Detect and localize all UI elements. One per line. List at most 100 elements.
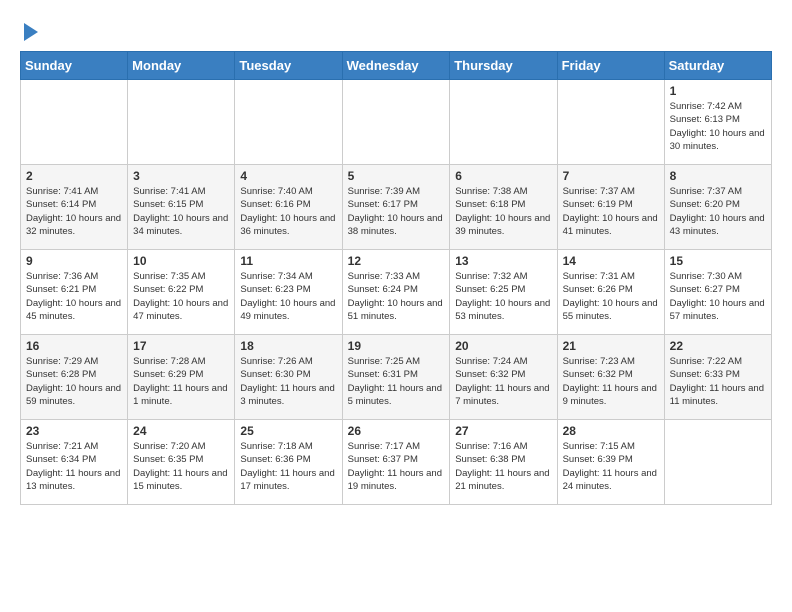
calendar-cell: 7 Sunrise: 7:37 AM Sunset: 6:19 PM Daylig… <box>557 165 664 250</box>
day-info: Sunrise: 7:25 AM Sunset: 6:31 PM Dayligh… <box>348 355 445 408</box>
day-info: Sunrise: 7:37 AM Sunset: 6:19 PM Dayligh… <box>563 185 659 238</box>
day-info: Sunrise: 7:41 AM Sunset: 6:14 PM Dayligh… <box>26 185 122 238</box>
day-info: Sunrise: 7:36 AM Sunset: 6:21 PM Dayligh… <box>26 270 122 323</box>
day-info: Sunrise: 7:16 AM Sunset: 6:38 PM Dayligh… <box>455 440 551 493</box>
day-info: Sunrise: 7:34 AM Sunset: 6:23 PM Dayligh… <box>240 270 336 323</box>
calendar-header-thursday: Thursday <box>450 52 557 80</box>
day-info: Sunrise: 7:15 AM Sunset: 6:39 PM Dayligh… <box>563 440 659 493</box>
calendar-header-wednesday: Wednesday <box>342 52 450 80</box>
day-number: 23 <box>26 424 122 438</box>
day-info: Sunrise: 7:30 AM Sunset: 6:27 PM Dayligh… <box>670 270 766 323</box>
day-info: Sunrise: 7:39 AM Sunset: 6:17 PM Dayligh… <box>348 185 445 238</box>
calendar-week-row: 16 Sunrise: 7:29 AM Sunset: 6:28 PM Dayli… <box>21 335 772 420</box>
calendar-cell: 15 Sunrise: 7:30 AM Sunset: 6:27 PM Dayli… <box>664 250 771 335</box>
calendar-cell: 24Sunrise: 7:20 AM Sunset: 6:35 PM Dayli… <box>128 420 235 505</box>
day-number: 16 <box>26 339 122 353</box>
day-number: 19 <box>348 339 445 353</box>
day-number: 8 <box>670 169 766 183</box>
calendar-cell: 23 Sunrise: 7:21 AM Sunset: 6:34 PM Dayli… <box>21 420 128 505</box>
calendar-table: SundayMondayTuesdayWednesdayThursdayFrid… <box>20 51 772 505</box>
day-number: 28 <box>563 424 659 438</box>
day-number: 26 <box>348 424 445 438</box>
day-info: Sunrise: 7:17 AM Sunset: 6:37 PM Dayligh… <box>348 440 445 493</box>
calendar-header-row: SundayMondayTuesdayWednesdayThursdayFrid… <box>21 52 772 80</box>
page-header <box>20 20 772 41</box>
calendar-cell: 5 Sunrise: 7:39 AM Sunset: 6:17 PM Daylig… <box>342 165 450 250</box>
day-number: 22 <box>670 339 766 353</box>
calendar-cell: 8 Sunrise: 7:37 AM Sunset: 6:20 PM Daylig… <box>664 165 771 250</box>
calendar-header-sunday: Sunday <box>21 52 128 80</box>
day-info: Sunrise: 7:37 AM Sunset: 6:20 PM Dayligh… <box>670 185 766 238</box>
day-number: 6 <box>455 169 551 183</box>
day-info: Sunrise: 7:28 AM Sunset: 6:29 PM Dayligh… <box>133 355 229 408</box>
day-number: 4 <box>240 169 336 183</box>
calendar-header-friday: Friday <box>557 52 664 80</box>
day-info: Sunrise: 7:20 AM Sunset: 6:35 PM Dayligh… <box>133 440 229 493</box>
calendar-cell <box>235 80 342 165</box>
calendar-week-row: 1 Sunrise: 7:42 AM Sunset: 6:13 PM Daylig… <box>21 80 772 165</box>
day-number: 1 <box>670 84 766 98</box>
calendar-cell: 10 Sunrise: 7:35 AM Sunset: 6:22 PM Dayli… <box>128 250 235 335</box>
calendar-header-monday: Monday <box>128 52 235 80</box>
day-info: Sunrise: 7:21 AM Sunset: 6:34 PM Dayligh… <box>26 440 122 493</box>
calendar-week-row: 2 Sunrise: 7:41 AM Sunset: 6:14 PM Daylig… <box>21 165 772 250</box>
logo-arrow-icon <box>24 23 38 41</box>
day-info: Sunrise: 7:32 AM Sunset: 6:25 PM Dayligh… <box>455 270 551 323</box>
day-number: 15 <box>670 254 766 268</box>
calendar-cell: 12 Sunrise: 7:33 AM Sunset: 6:24 PM Dayli… <box>342 250 450 335</box>
calendar-cell: 25 Sunrise: 7:18 AM Sunset: 6:36 PM Dayli… <box>235 420 342 505</box>
day-number: 5 <box>348 169 445 183</box>
calendar-cell <box>21 80 128 165</box>
calendar-cell: 3 Sunrise: 7:41 AM Sunset: 6:15 PM Daylig… <box>128 165 235 250</box>
day-number: 2 <box>26 169 122 183</box>
calendar-cell <box>664 420 771 505</box>
day-number: 21 <box>563 339 659 353</box>
day-number: 20 <box>455 339 551 353</box>
day-info: Sunrise: 7:23 AM Sunset: 6:32 PM Dayligh… <box>563 355 659 408</box>
day-info: Sunrise: 7:31 AM Sunset: 6:26 PM Dayligh… <box>563 270 659 323</box>
day-info: Sunrise: 7:22 AM Sunset: 6:33 PM Dayligh… <box>670 355 766 408</box>
day-info: Sunrise: 7:38 AM Sunset: 6:18 PM Dayligh… <box>455 185 551 238</box>
calendar-cell: 2 Sunrise: 7:41 AM Sunset: 6:14 PM Daylig… <box>21 165 128 250</box>
day-number: 7 <box>563 169 659 183</box>
day-info: Sunrise: 7:24 AM Sunset: 6:32 PM Dayligh… <box>455 355 551 408</box>
calendar-week-row: 23 Sunrise: 7:21 AM Sunset: 6:34 PM Dayli… <box>21 420 772 505</box>
calendar-cell: 17Sunrise: 7:28 AM Sunset: 6:29 PM Dayli… <box>128 335 235 420</box>
calendar-cell: 22 Sunrise: 7:22 AM Sunset: 6:33 PM Dayli… <box>664 335 771 420</box>
day-info: Sunrise: 7:29 AM Sunset: 6:28 PM Dayligh… <box>26 355 122 408</box>
calendar-cell: 20 Sunrise: 7:24 AM Sunset: 6:32 PM Dayli… <box>450 335 557 420</box>
calendar-cell: 1 Sunrise: 7:42 AM Sunset: 6:13 PM Daylig… <box>664 80 771 165</box>
day-number: 10 <box>133 254 229 268</box>
calendar-cell <box>450 80 557 165</box>
day-number: 3 <box>133 169 229 183</box>
calendar-cell: 14 Sunrise: 7:31 AM Sunset: 6:26 PM Dayli… <box>557 250 664 335</box>
calendar-cell <box>342 80 450 165</box>
calendar-cell: 28 Sunrise: 7:15 AM Sunset: 6:39 PM Dayli… <box>557 420 664 505</box>
calendar-cell: 26 Sunrise: 7:17 AM Sunset: 6:37 PM Dayli… <box>342 420 450 505</box>
calendar-cell: 13 Sunrise: 7:32 AM Sunset: 6:25 PM Dayli… <box>450 250 557 335</box>
day-number: 14 <box>563 254 659 268</box>
calendar-cell: 18 Sunrise: 7:26 AM Sunset: 6:30 PM Dayli… <box>235 335 342 420</box>
day-info: Sunrise: 7:26 AM Sunset: 6:30 PM Dayligh… <box>240 355 336 408</box>
calendar-cell: 4 Sunrise: 7:40 AM Sunset: 6:16 PM Daylig… <box>235 165 342 250</box>
day-number: 12 <box>348 254 445 268</box>
calendar-week-row: 9 Sunrise: 7:36 AM Sunset: 6:21 PM Daylig… <box>21 250 772 335</box>
calendar-cell: 16 Sunrise: 7:29 AM Sunset: 6:28 PM Dayli… <box>21 335 128 420</box>
day-info: Sunrise: 7:40 AM Sunset: 6:16 PM Dayligh… <box>240 185 336 238</box>
calendar-header-tuesday: Tuesday <box>235 52 342 80</box>
day-number: 13 <box>455 254 551 268</box>
calendar-cell: 19 Sunrise: 7:25 AM Sunset: 6:31 PM Dayli… <box>342 335 450 420</box>
day-number: 27 <box>455 424 551 438</box>
day-info: Sunrise: 7:41 AM Sunset: 6:15 PM Dayligh… <box>133 185 229 238</box>
day-info: Sunrise: 7:42 AM Sunset: 6:13 PM Dayligh… <box>670 100 766 153</box>
day-info: Sunrise: 7:35 AM Sunset: 6:22 PM Dayligh… <box>133 270 229 323</box>
calendar-cell: 6 Sunrise: 7:38 AM Sunset: 6:18 PM Daylig… <box>450 165 557 250</box>
day-number: 11 <box>240 254 336 268</box>
day-info: Sunrise: 7:18 AM Sunset: 6:36 PM Dayligh… <box>240 440 336 493</box>
day-info: Sunrise: 7:33 AM Sunset: 6:24 PM Dayligh… <box>348 270 445 323</box>
day-number: 18 <box>240 339 336 353</box>
calendar-cell <box>128 80 235 165</box>
day-number: 25 <box>240 424 336 438</box>
day-number: 9 <box>26 254 122 268</box>
calendar-cell: 9 Sunrise: 7:36 AM Sunset: 6:21 PM Daylig… <box>21 250 128 335</box>
